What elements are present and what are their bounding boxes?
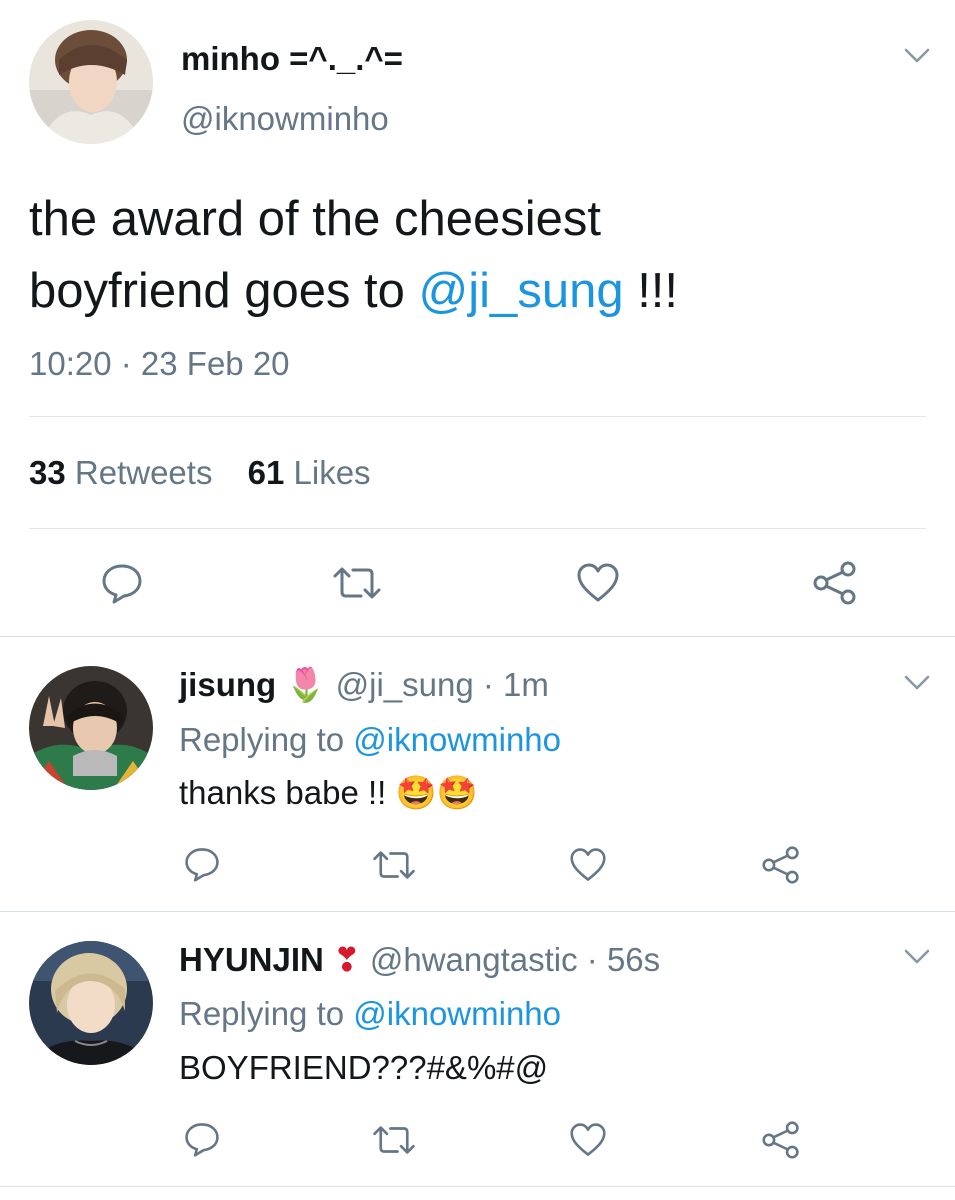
- reply-text-body: BOYFRIEND???#&%#@: [179, 1049, 549, 1086]
- timestamp[interactable]: 10:20 · 23 Feb 20: [29, 345, 290, 383]
- share-icon[interactable]: [761, 1121, 801, 1159]
- handle[interactable]: @hwangtastic: [370, 941, 578, 978]
- heart-icon[interactable]: [575, 562, 621, 604]
- likes-label: Likes: [293, 454, 371, 491]
- reply-icon[interactable]: [183, 846, 221, 882]
- heart-icon[interactable]: [568, 1122, 608, 1158]
- retweet-icon[interactable]: [371, 1123, 417, 1157]
- reply-header: HYUNJIN ❣ @hwangtastic · 56s: [179, 940, 660, 979]
- avatar-hyunjin[interactable]: [29, 941, 153, 1065]
- tweet-text-line-2: boyfriend goes to @ji_sung !!!: [29, 255, 919, 327]
- replying-prefix: Replying to: [179, 721, 354, 758]
- retweets-stat[interactable]: 33 Retweets: [29, 454, 212, 491]
- mention-link[interactable]: @iknowminho: [353, 721, 561, 758]
- reply-icon[interactable]: [183, 1121, 221, 1157]
- retweets-label: Retweets: [74, 454, 213, 491]
- replying-prefix: Replying to: [179, 995, 354, 1032]
- chevron-down-icon[interactable]: [903, 47, 931, 65]
- chevron-down-icon[interactable]: [903, 674, 931, 692]
- avatar-jisung[interactable]: [29, 666, 153, 790]
- mention-link[interactable]: @iknowminho: [353, 995, 561, 1032]
- reply-text-body: thanks babe !!: [179, 774, 387, 811]
- divider: [29, 528, 926, 529]
- divider: [29, 416, 926, 417]
- tweet-text-line-1: the award of the cheesiest: [29, 192, 602, 246]
- reply-time[interactable]: · 56s: [587, 941, 660, 978]
- display-name[interactable]: minho =^._.^=: [181, 40, 403, 78]
- handle[interactable]: @ji_sung: [336, 666, 474, 703]
- heart-icon[interactable]: [568, 847, 608, 883]
- reply-text: BOYFRIEND???#&%#@: [179, 1049, 548, 1087]
- likes-stat[interactable]: 61 Likes: [248, 454, 371, 491]
- retweets-count: 33: [29, 454, 66, 491]
- divider: [0, 636, 955, 637]
- handle[interactable]: @iknowminho: [181, 100, 389, 138]
- retweet-icon[interactable]: [371, 848, 417, 882]
- share-icon[interactable]: [761, 846, 801, 884]
- share-icon[interactable]: [812, 561, 858, 605]
- chevron-down-icon[interactable]: [903, 948, 931, 966]
- display-name[interactable]: HYUNJIN: [179, 941, 324, 978]
- tweet-text: the award of the cheesiest boyfriend goe…: [29, 183, 919, 327]
- name-emoji: 🌷: [285, 666, 327, 703]
- reply-text: thanks babe !! 🤩🤩: [179, 774, 478, 813]
- retweet-icon[interactable]: [331, 564, 383, 602]
- reply-header: jisung 🌷 @ji_sung · 1m: [179, 666, 549, 705]
- engagement-stats: 33 Retweets 61 Likes: [29, 454, 371, 492]
- name-emoji: ❣: [333, 941, 361, 978]
- likes-count: 61: [247, 454, 285, 491]
- divider: [0, 911, 955, 912]
- reply-text-emoji: 🤩🤩: [395, 774, 478, 811]
- divider: [0, 1186, 955, 1187]
- tweet-text-body: boyfriend goes to: [29, 264, 419, 318]
- mention-link[interactable]: @ji_sung: [419, 264, 624, 318]
- replying-to: Replying to @iknowminho: [179, 721, 561, 759]
- display-name[interactable]: jisung: [179, 666, 276, 703]
- reply-time[interactable]: · 1m: [483, 666, 549, 703]
- replying-to: Replying to @iknowminho: [179, 995, 561, 1033]
- tweet-text-suffix: !!!: [623, 264, 679, 318]
- avatar-minho[interactable]: [29, 20, 153, 144]
- reply-icon[interactable]: [100, 562, 144, 604]
